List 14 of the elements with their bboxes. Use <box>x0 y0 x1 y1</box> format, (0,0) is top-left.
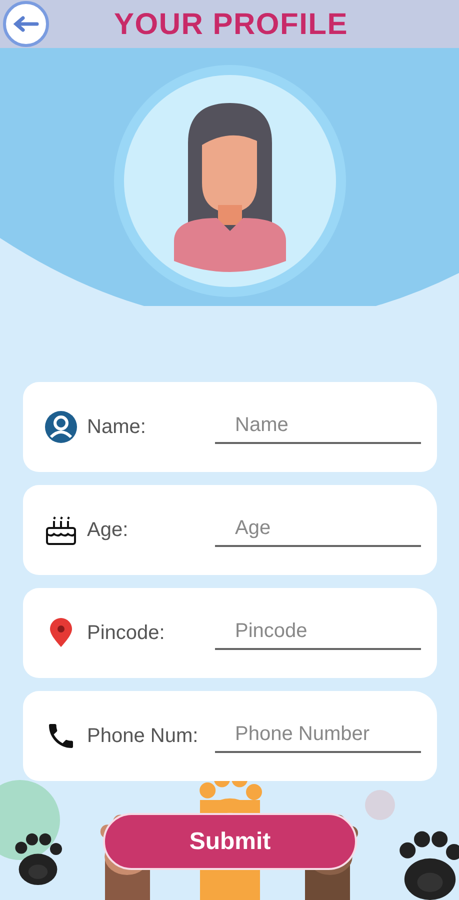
page-title: YOUR PROFILE <box>114 6 348 42</box>
back-button[interactable] <box>3 1 49 47</box>
submit-button[interactable]: Submit <box>103 813 357 870</box>
field-label: Phone Num: <box>87 724 200 749</box>
field-label: Pincode: <box>87 621 166 646</box>
input-field[interactable]: Name <box>215 410 421 444</box>
location-pin-icon <box>48 618 74 648</box>
user-icon <box>44 410 78 444</box>
field-label: Age: <box>87 518 130 543</box>
input-field[interactable]: Phone Number <box>215 719 421 753</box>
field-label: Name: <box>87 415 147 440</box>
back-arrow-icon <box>13 16 39 32</box>
input-field[interactable]: Pincode <box>215 616 421 650</box>
input-field[interactable]: Age <box>215 513 421 547</box>
